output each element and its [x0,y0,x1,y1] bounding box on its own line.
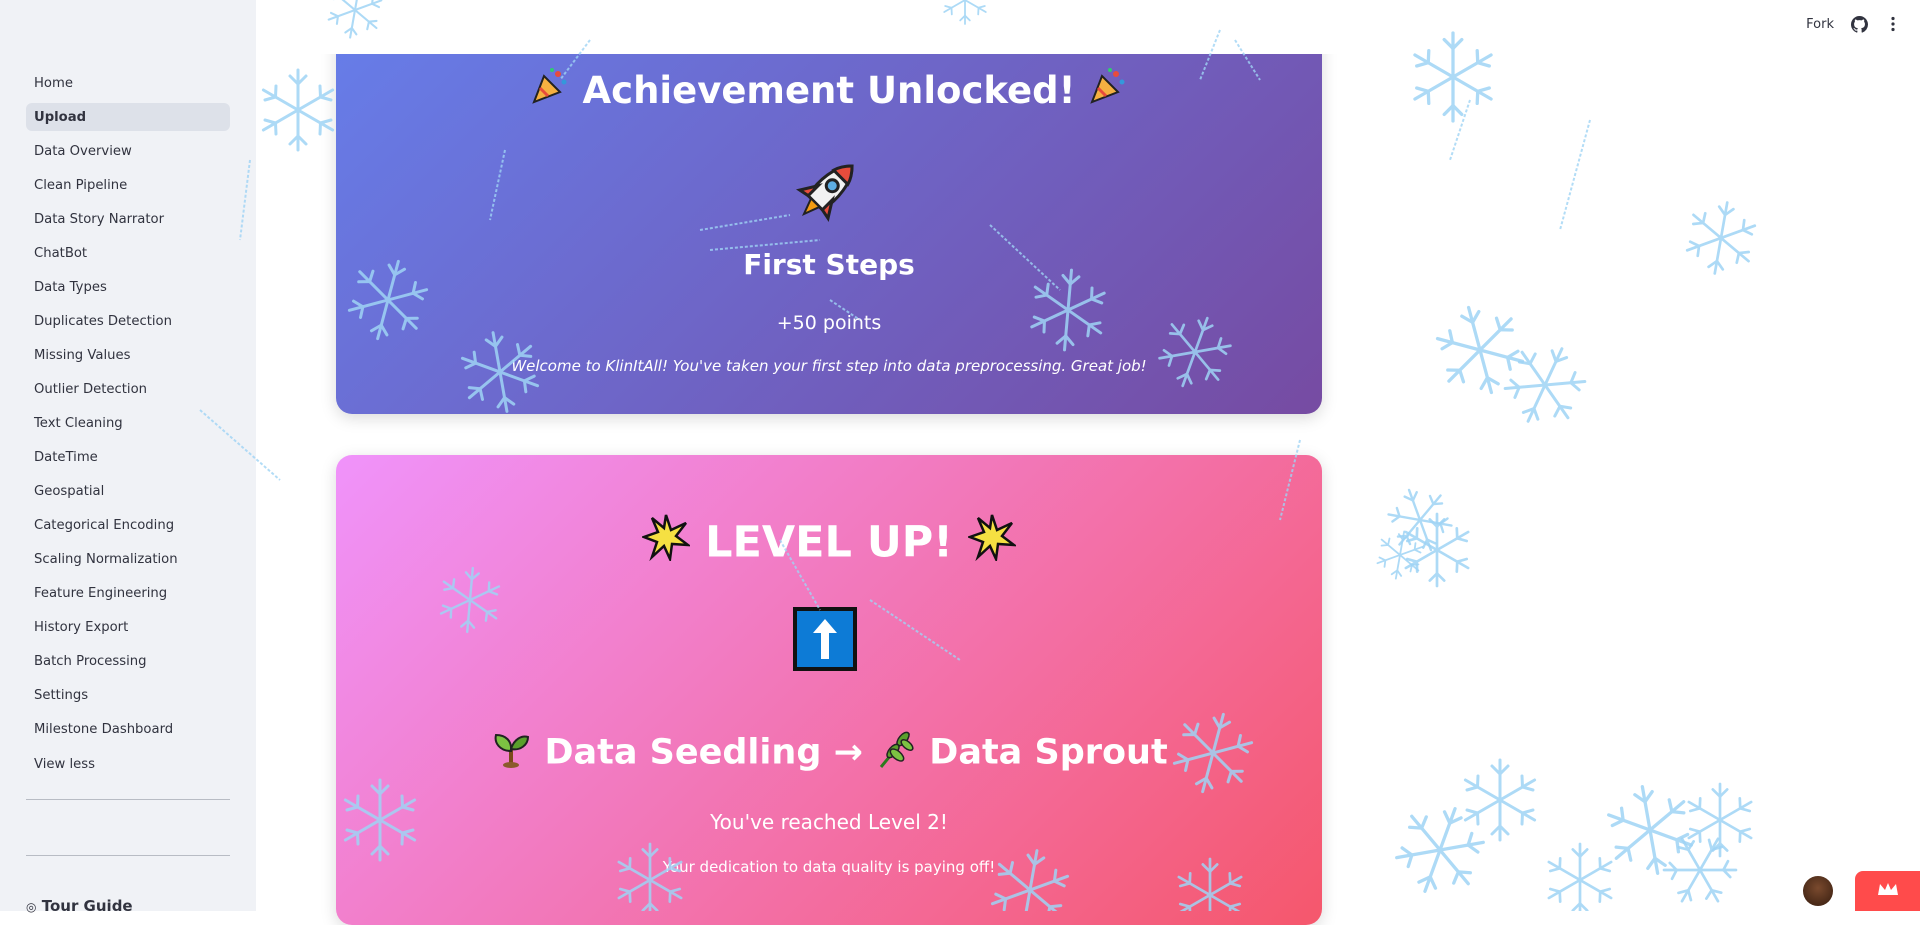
snow-streak [1559,119,1591,231]
achievement-description: Welcome to KlinItAll! You've taken your … [511,357,1147,375]
snowflake [1381,479,1459,561]
streamlit-badge[interactable] [1855,871,1920,911]
sidebar-item-text-cleaning[interactable]: Text Cleaning [26,409,230,437]
rocket-icon [788,150,868,230]
transition-arrow: → [833,732,863,773]
sidebar-item-missing-values[interactable]: Missing Values [26,341,230,369]
snowflake [1374,526,1426,584]
level-up-card: LEVEL UP! Data Seedling → Data Sprout Yo… [336,455,1322,925]
github-icon[interactable] [1850,15,1868,33]
achievement-title-row: Achievement Unlocked! [336,66,1322,115]
sidebar-item-duplicates-detection[interactable]: Duplicates Detection [26,307,230,335]
snowflake [1603,778,1697,882]
snowflake [1653,821,1747,911]
snowflake [1404,512,1470,588]
sidebar-item-datetime[interactable]: DateTime [26,443,230,471]
sidebar-item-batch-processing[interactable]: Batch Processing [26,647,230,675]
star-burst-icon [640,513,693,572]
sidebar: Home Upload Data Overview Clean Pipeline Dat… [0,0,256,915]
kebab-menu-icon[interactable] [1884,15,1902,33]
snowflake [1682,195,1760,281]
level-up-title-row: LEVEL UP! [336,513,1322,572]
from-level-label: Data Seedling [544,732,822,773]
snowflake [1430,295,1530,405]
crown-icon [1876,881,1900,901]
header-actions: Fork [1806,0,1902,48]
achievement-card: Achievement Unlocked! First Steps +50 po… [336,8,1322,414]
snowflake [1547,842,1613,911]
creator-avatar[interactable] [1803,876,1833,906]
snowflake [1495,332,1595,438]
achievement-name: First Steps [743,248,915,281]
level-up-title: LEVEL UP! [705,517,953,568]
sidebar-item-chatbot[interactable]: ChatBot [26,239,230,267]
fork-button[interactable]: Fork [1806,17,1834,32]
sidebar-item-upload[interactable]: Upload [26,103,230,131]
sidebar-divider [26,855,230,856]
snowflake [1463,758,1537,842]
sidebar-item-history-export[interactable]: History Export [26,613,230,641]
star-burst-icon [966,513,1019,572]
app-header: Fork [256,0,1920,54]
achievement-title: Achievement Unlocked! [582,69,1076,112]
sidebar-item-milestone-dashboard[interactable]: Milestone Dashboard [26,715,230,743]
sidebar-item-clean-pipeline[interactable]: Clean Pipeline [26,171,230,199]
sidebar-item-data-overview[interactable]: Data Overview [26,137,230,165]
level-up-description: Your dedication to data quality is payin… [662,858,996,876]
snowflake [1387,793,1493,907]
tour-guide-label: Tour Guide [41,897,133,915]
view-less-button[interactable]: View less [34,757,95,772]
achievement-points: +50 points [776,312,882,334]
sidebar-item-home[interactable]: Home [26,69,230,97]
sidebar-divider [26,799,230,800]
sidebar-item-feature-engineering[interactable]: Feature Engineering [26,579,230,607]
level-transition: Data Seedling → Data Sprout [336,727,1322,778]
sidebar-nav: Home Upload Data Overview Clean Pipeline Dat… [26,69,230,749]
herb-icon [875,727,917,778]
level-reached-text: You've reached Level 2! [710,810,948,834]
tour-guide-heading[interactable]: ◎ Tour Guide [26,897,133,915]
to-level-label: Data Sprout [929,732,1168,773]
party-popper-icon [1088,66,1128,115]
sidebar-item-scaling-normalization[interactable]: Scaling Normalization [26,545,230,573]
compass-icon: ◎ [26,900,37,914]
sidebar-item-geospatial[interactable]: Geospatial [26,477,230,505]
sidebar-item-data-story-narrator[interactable]: Data Story Narrator [26,205,230,233]
snow-streak [1449,99,1471,161]
sidebar-item-categorical-encoding[interactable]: Categorical Encoding [26,511,230,539]
sidebar-item-outlier-detection[interactable]: Outlier Detection [26,375,230,403]
up-arrow-icon [793,607,857,671]
sidebar-item-data-types[interactable]: Data Types [26,273,230,301]
party-popper-icon [530,66,570,115]
sidebar-item-settings[interactable]: Settings [26,681,230,709]
snowflake [261,68,335,152]
snowflake [1687,782,1753,858]
seedling-icon [490,727,532,778]
